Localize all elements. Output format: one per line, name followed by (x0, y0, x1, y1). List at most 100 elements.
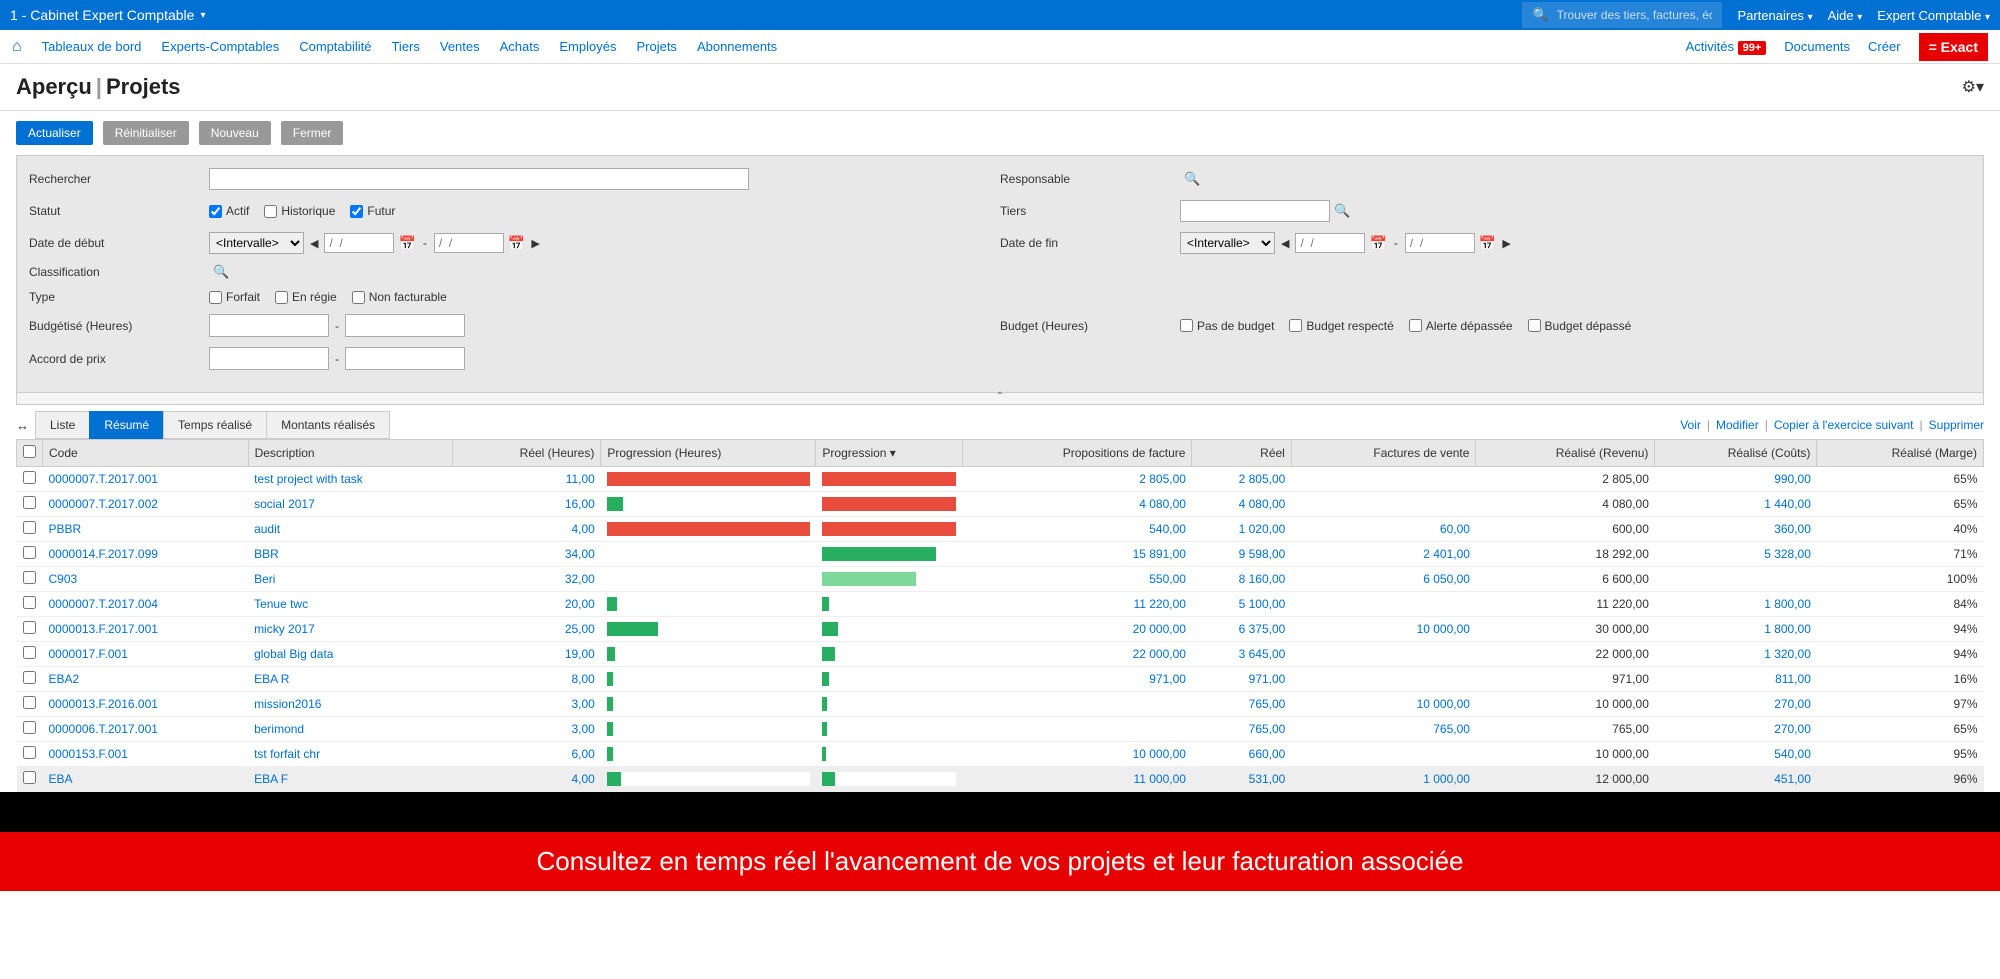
table-row[interactable]: PBBR audit 4,00 540,00 1 020,00 60,00 60… (17, 517, 1984, 542)
col-desc[interactable]: Description (248, 440, 452, 467)
calendar-icon[interactable]: 📅 (1479, 235, 1496, 252)
cell-desc[interactable]: global Big data (254, 647, 333, 661)
cell-real[interactable]: 4 080,00 (1239, 497, 1286, 511)
cell-proposals[interactable]: 10 000,00 (1133, 747, 1186, 761)
user-menu[interactable]: Expert Comptable ▾ (1877, 8, 1990, 23)
row-checkbox[interactable] (23, 621, 36, 634)
cell-costs[interactable]: 990,00 (1774, 472, 1811, 486)
col-prog[interactable]: Progression ▾ (816, 440, 962, 467)
budget-hours-to[interactable] (345, 314, 465, 337)
budget-hours-from[interactable] (209, 314, 329, 337)
col-invoices[interactable]: Factures de vente (1291, 440, 1476, 467)
action-copy[interactable]: Copier à l'exercice suivant (1774, 418, 1914, 432)
cell-hours[interactable]: 16,00 (565, 497, 595, 511)
tab-summary[interactable]: Résumé (89, 411, 164, 439)
cell-real[interactable]: 765,00 (1249, 697, 1286, 711)
company-selector[interactable]: 1 - Cabinet Expert Comptable (10, 7, 194, 23)
cell-desc[interactable]: Tenue twc (254, 597, 308, 611)
home-icon[interactable]: ⌂ (12, 38, 22, 56)
cell-real[interactable]: 6 375,00 (1239, 622, 1286, 636)
nav-dashboards[interactable]: Tableaux de bord (42, 39, 142, 54)
row-checkbox[interactable] (23, 496, 36, 509)
nav-sales[interactable]: Ventes (440, 39, 480, 54)
cell-hours[interactable]: 6,00 (572, 747, 595, 761)
table-row[interactable]: 0000007.T.2017.004 Tenue twc 20,00 11 22… (17, 592, 1984, 617)
nav-projects[interactable]: Projets (636, 39, 676, 54)
row-checkbox[interactable] (23, 746, 36, 759)
cell-desc[interactable]: test project with task (254, 472, 363, 486)
checkbox-alert[interactable]: Alerte dépassée (1409, 319, 1513, 333)
cell-code[interactable]: EBA (49, 772, 73, 786)
cell-costs[interactable]: 1 320,00 (1764, 647, 1811, 661)
cell-proposals[interactable]: 15 891,00 (1133, 547, 1186, 561)
cell-costs[interactable]: 360,00 (1774, 522, 1811, 536)
cell-costs[interactable]: 5 328,00 (1764, 547, 1811, 561)
cell-invoices[interactable]: 6 050,00 (1423, 572, 1470, 586)
col-real[interactable]: Réel (1192, 440, 1291, 467)
cell-hours[interactable]: 19,00 (565, 647, 595, 661)
cell-real[interactable]: 531,00 (1249, 772, 1286, 786)
tab-amounts[interactable]: Montants réalisés (266, 411, 390, 439)
cell-code[interactable]: 0000007.T.2017.002 (49, 497, 158, 511)
cell-proposals[interactable]: 11 000,00 (1133, 772, 1186, 786)
cell-proposals[interactable]: 971,00 (1149, 672, 1186, 686)
cell-proposals[interactable]: 4 080,00 (1139, 497, 1186, 511)
calendar-icon[interactable]: 📅 (1369, 235, 1386, 252)
cell-real[interactable]: 971,00 (1249, 672, 1286, 686)
cell-code[interactable]: 0000013.F.2017.001 (49, 622, 158, 636)
table-row[interactable]: 0000014.F.2017.099 BBR 34,00 15 891,00 9… (17, 542, 1984, 567)
cell-code[interactable]: 0000153.F.001 (49, 747, 128, 761)
tab-time[interactable]: Temps réalisé (163, 411, 267, 439)
expand-icon[interactable]: ↔ (16, 418, 29, 433)
table-row[interactable]: C903 Beri 32,00 550,00 8 160,00 6 050,00… (17, 567, 1984, 592)
cell-code[interactable]: C903 (49, 572, 78, 586)
calendar-icon[interactable]: 📅 (508, 235, 525, 252)
col-revenue[interactable]: Réalisé (Revenu) (1476, 440, 1655, 467)
col-hours[interactable]: Réel (Heures) (452, 440, 600, 467)
reset-button[interactable]: Réinitialiser (103, 121, 189, 145)
cell-desc[interactable]: micky 2017 (254, 622, 315, 636)
table-row[interactable]: 0000013.F.2016.001 mission2016 3,00 765,… (17, 692, 1984, 717)
cell-real[interactable]: 660,00 (1249, 747, 1286, 761)
col-costs[interactable]: Réalisé (Coûts) (1655, 440, 1817, 467)
cell-real[interactable]: 3 645,00 (1239, 647, 1286, 661)
cell-real[interactable]: 9 598,00 (1239, 547, 1286, 561)
table-row[interactable]: 0000013.F.2017.001 micky 2017 25,00 20 0… (17, 617, 1984, 642)
row-checkbox[interactable] (23, 646, 36, 659)
cell-desc[interactable]: social 2017 (254, 497, 315, 511)
chevron-down-icon[interactable]: ▾ (200, 10, 205, 21)
row-checkbox[interactable] (23, 596, 36, 609)
table-row[interactable]: EBA EBA F 4,00 11 000,00 531,00 1 000,00… (17, 767, 1984, 792)
cell-proposals[interactable]: 540,00 (1149, 522, 1186, 536)
help-menu[interactable]: Aide ▾ (1828, 8, 1863, 23)
cell-invoices[interactable]: 10 000,00 (1417, 622, 1470, 636)
checkbox-regie[interactable]: En régie (275, 290, 337, 304)
partners-menu[interactable]: Partenaires ▾ (1737, 8, 1812, 23)
row-checkbox[interactable] (23, 671, 36, 684)
refresh-button[interactable]: Actualiser (16, 121, 93, 145)
cell-code[interactable]: 0000006.T.2017.001 (49, 722, 158, 736)
table-row[interactable]: EBA2 EBA R 8,00 971,00 971,00 971,00 811… (17, 667, 1984, 692)
start-interval-select[interactable]: <Intervalle> (209, 232, 304, 254)
collapse-toggle[interactable]: ⌃ (16, 393, 1984, 405)
global-search[interactable]: 🔍 (1522, 2, 1722, 28)
row-checkbox[interactable] (23, 721, 36, 734)
checkbox-active[interactable]: Actif (209, 204, 249, 218)
cell-hours[interactable]: 3,00 (572, 697, 595, 711)
cell-invoices[interactable]: 2 401,00 (1423, 547, 1470, 561)
cell-desc[interactable]: audit (254, 522, 280, 536)
price-to[interactable] (345, 347, 465, 370)
cell-costs[interactable]: 1 800,00 (1764, 597, 1811, 611)
checkbox-nobudget[interactable]: Pas de budget (1180, 319, 1274, 333)
lookup-icon[interactable]: 🔍 (213, 264, 229, 280)
col-prog-hours[interactable]: Progression (Heures) (601, 440, 816, 467)
cell-real[interactable]: 765,00 (1249, 722, 1286, 736)
row-checkbox[interactable] (23, 696, 36, 709)
cell-desc[interactable]: EBA R (254, 672, 289, 686)
activities-link[interactable]: Activités 99+ (1686, 39, 1767, 54)
row-checkbox[interactable] (23, 546, 36, 559)
cell-real[interactable]: 2 805,00 (1239, 472, 1286, 486)
cell-real[interactable]: 1 020,00 (1239, 522, 1286, 536)
cell-hours[interactable]: 4,00 (572, 772, 595, 786)
cell-code[interactable]: 0000013.F.2016.001 (49, 697, 158, 711)
